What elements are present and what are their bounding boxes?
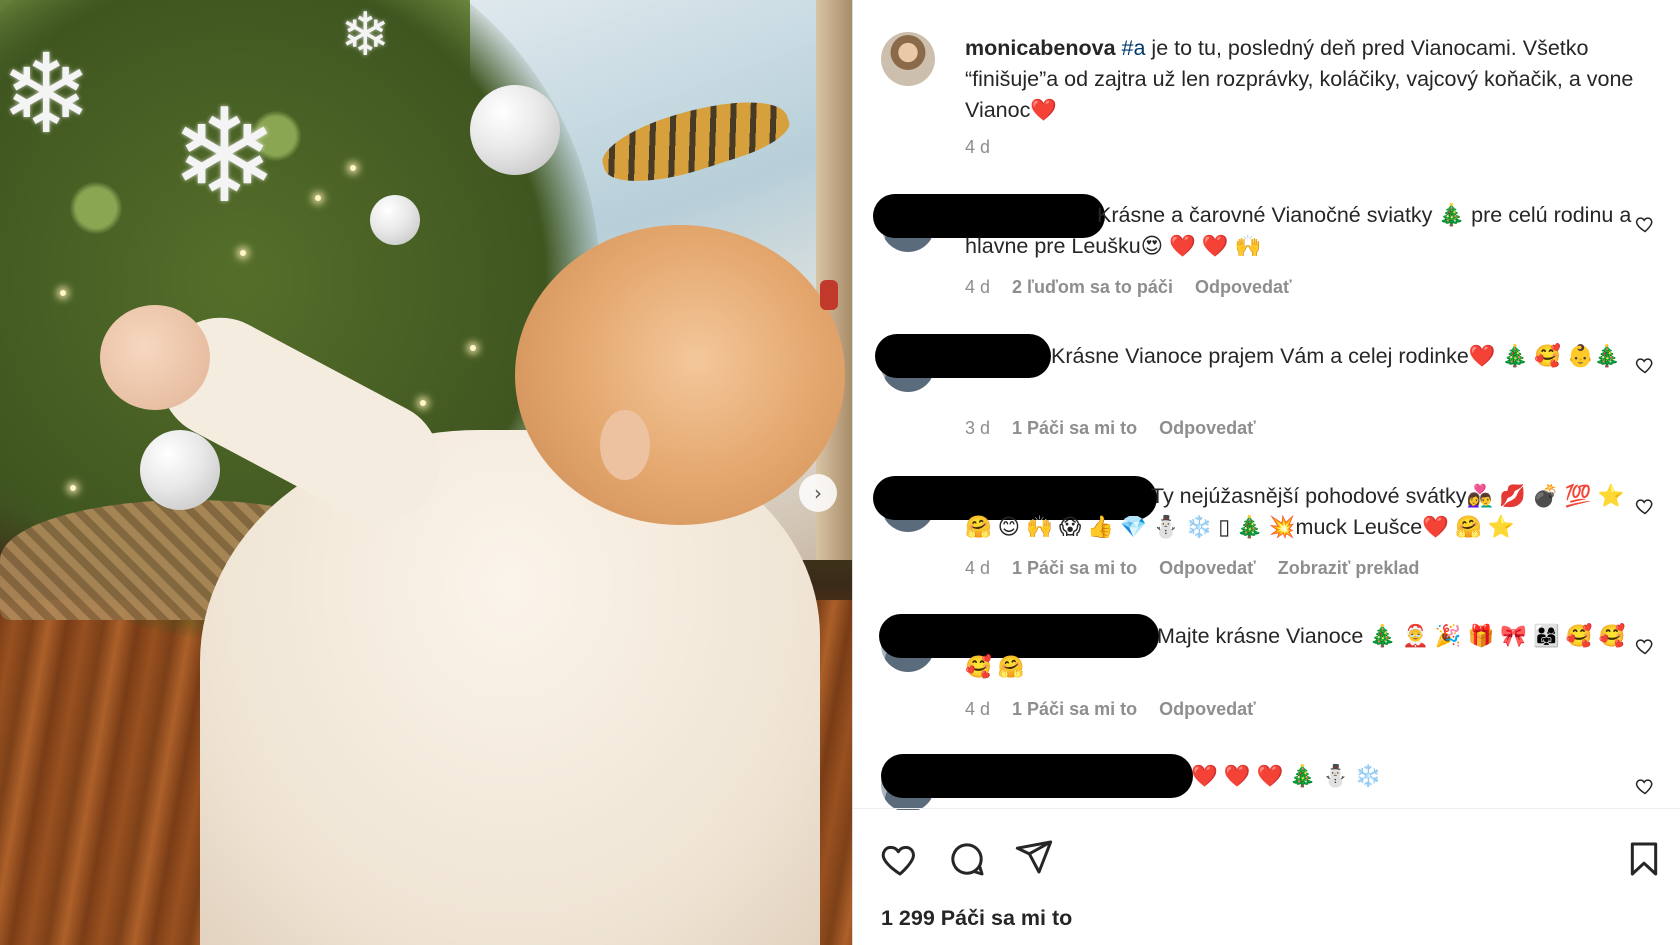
snowflake-ornament: ❄	[170, 80, 279, 232]
comment-body: Majte krásne Vianoce 🎄 🤶 🎉 🎁 🎀 👨‍👩‍👧 🥰 🥰…	[965, 624, 1626, 679]
tree-light	[240, 250, 246, 256]
chevron-right-icon: ›	[814, 481, 822, 505]
comment-text: Krásne Vianoce prajem Vám a celej rodink…	[965, 341, 1655, 372]
ornament-ball	[470, 85, 560, 175]
tree-light	[470, 345, 476, 351]
comments-list[interactable]: monicabenova #a je to tu, posledný deň p…	[853, 0, 1680, 810]
comment-body: ❤️ ❤️ ❤️ 🎄 ⛄ ❄️	[1191, 764, 1382, 788]
comment-text: Krásne a čarovné Vianočné sviatky 🎄 pre …	[965, 200, 1655, 262]
post-side-panel: monicabenova #a je to tu, posledný deň p…	[852, 0, 1680, 945]
comment-body: Krásne Vianoce prajem Vám a celej rodink…	[1051, 344, 1621, 368]
caption-meta: 4 d	[965, 137, 990, 158]
reply-button[interactable]: Odpovedať	[1159, 558, 1256, 579]
snowflake-ornament: ❄	[0, 30, 93, 158]
comment-meta: 4 d 1 Páči sa mi to Odpovedať	[965, 699, 1256, 720]
comment-like-heart-icon[interactable]	[1635, 776, 1655, 796]
comment-meta: 4 d 1 Páči sa mi to Odpovedať Zobraziť p…	[965, 558, 1419, 579]
reply-button[interactable]: Odpovedať	[1159, 699, 1256, 720]
reply-button[interactable]: Odpovedať	[1159, 418, 1256, 439]
tree-light	[420, 400, 426, 406]
likes-label: Páči sa mi to	[934, 906, 1073, 930]
likes-count[interactable]: 1 299 Páči sa mi to	[881, 906, 1072, 931]
see-translation-button[interactable]: Zobraziť preklad	[1278, 558, 1420, 579]
comment-icon[interactable]	[947, 839, 987, 879]
comment-age: 4 d	[965, 277, 991, 297]
comment-text: Ty nejúžasnější pohodové svátky👩‍❤️‍👨 💋 …	[965, 481, 1655, 543]
comment-like-heart-icon[interactable]	[1635, 214, 1655, 234]
post-caption: monicabenova #a je to tu, posledný deň p…	[965, 33, 1655, 126]
comment-text: ❤️ ❤️ ❤️ 🎄 ⛄ ❄️	[965, 761, 1655, 792]
snowflake-ornament: ❄	[340, 0, 391, 70]
comment-age: 3 d	[965, 418, 991, 438]
comment-age: 4 d	[965, 558, 991, 578]
comment-like-heart-icon[interactable]	[1635, 496, 1655, 516]
comment-meta: 4 d 2 ľuďom sa to páči Odpovedať	[965, 277, 1292, 298]
paper-plane-icon[interactable]	[1014, 837, 1054, 877]
comment-text: Majte krásne Vianoce 🎄 🤶 🎉 🎁 🎀 👨‍👩‍👧 🥰 🥰…	[965, 621, 1655, 683]
ornament-ball	[370, 195, 420, 245]
hashtag-link[interactable]: #a	[1122, 36, 1146, 60]
bookmark-icon[interactable]	[1624, 839, 1664, 879]
hair-bow	[820, 280, 838, 310]
comment-likes-count[interactable]: 1 Páči sa mi to	[1012, 418, 1137, 439]
comment-meta: 3 d 1 Páči sa mi to Odpovedať	[965, 418, 1256, 439]
comment-likes-count[interactable]: 2 ľuďom sa to páči	[1012, 277, 1173, 298]
comment-body: Krásne a čarovné Vianočné sviatky 🎄 pre …	[965, 203, 1632, 258]
caption-age: 4 d	[965, 137, 991, 157]
comment-like-heart-icon[interactable]	[1635, 355, 1655, 375]
child-hand	[100, 305, 210, 410]
post-photo[interactable]: ❄ ❄ ❄ ❄ ›	[0, 0, 852, 945]
tree-light	[60, 290, 66, 296]
comment-age: 4 d	[965, 699, 991, 719]
comment-likes-count[interactable]: 1 Páči sa mi to	[1012, 699, 1137, 720]
tree-light	[350, 165, 356, 171]
reply-button[interactable]: Odpovedať	[1195, 277, 1292, 298]
owner-avatar[interactable]	[881, 32, 935, 86]
child-ear	[600, 410, 650, 480]
likes-number: 1 299	[881, 906, 935, 930]
tree-light	[315, 195, 321, 201]
tree-light	[70, 485, 76, 491]
comment-like-heart-icon[interactable]	[1635, 636, 1655, 656]
comment-body: Ty nejúžasnější pohodové svátky👩‍❤️‍👨 💋 …	[965, 484, 1625, 539]
child-head	[515, 225, 845, 525]
comment-likes-count[interactable]: 1 Páči sa mi to	[1012, 558, 1137, 579]
next-photo-button[interactable]: ›	[799, 474, 837, 512]
owner-username[interactable]: monicabenova	[965, 36, 1116, 60]
heart-icon[interactable]	[880, 839, 920, 879]
ornament-ball	[140, 430, 220, 510]
